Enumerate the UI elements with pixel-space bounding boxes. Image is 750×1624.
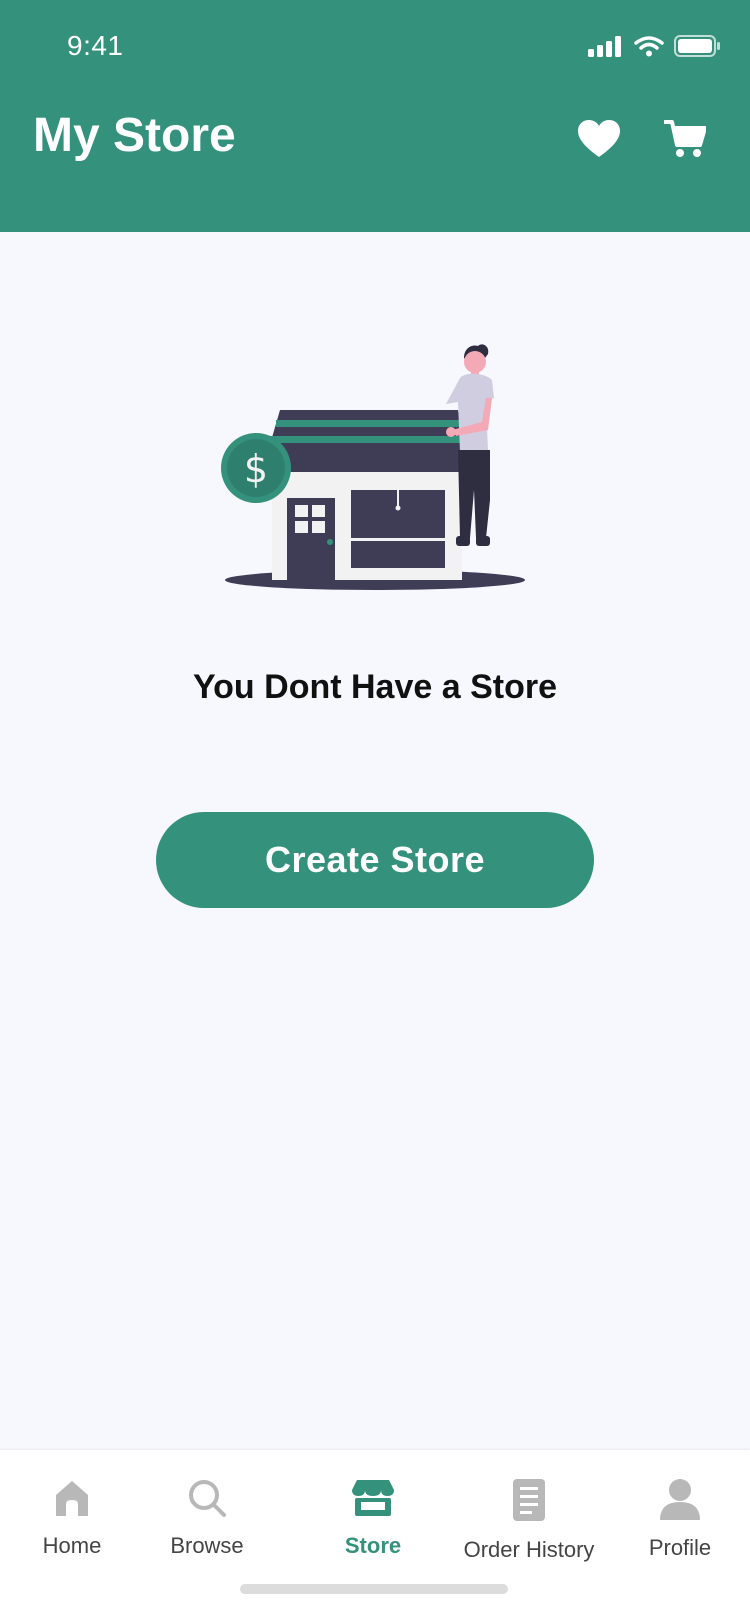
svg-text:$: $ bbox=[244, 447, 268, 491]
tab-profile-label: Profile bbox=[648, 1535, 712, 1560]
bottom-tab-bar: Home Browse Store Order History Profile bbox=[0, 1450, 750, 1624]
tab-home-label: Home bbox=[42, 1533, 102, 1558]
favorites-button[interactable] bbox=[576, 118, 622, 164]
page-title: My Store bbox=[33, 109, 236, 162]
app-root: 9:41 My Store $ You Dont Have a Store Cr… bbox=[0, 0, 750, 1624]
search-icon bbox=[187, 1478, 227, 1523]
status-icons bbox=[588, 34, 720, 63]
header: 9:41 My Store bbox=[0, 0, 750, 232]
store-icon bbox=[351, 1478, 395, 1523]
heart-icon bbox=[577, 119, 621, 164]
home-icon bbox=[52, 1478, 92, 1523]
status-time: 9:41 bbox=[67, 30, 124, 61]
battery-icon bbox=[674, 34, 720, 63]
tab-browse[interactable]: Browse bbox=[127, 1478, 287, 1559]
tab-store[interactable]: Store bbox=[293, 1478, 453, 1559]
empty-state-message: You Dont Have a Store bbox=[193, 668, 557, 706]
home-indicator bbox=[240, 1584, 508, 1594]
person-icon bbox=[658, 1478, 702, 1525]
create-store-button[interactable]: Create Store bbox=[156, 812, 594, 908]
tab-order-history[interactable]: Order History bbox=[449, 1478, 609, 1563]
header-actions bbox=[576, 118, 708, 164]
tab-order-history-label: Order History bbox=[463, 1537, 595, 1562]
tab-store-label: Store bbox=[344, 1533, 402, 1558]
store-illustration: $ bbox=[220, 340, 530, 590]
wifi-icon bbox=[634, 35, 664, 62]
list-icon bbox=[509, 1478, 549, 1527]
tab-profile[interactable]: Profile bbox=[600, 1478, 750, 1561]
cart-button[interactable] bbox=[662, 118, 708, 164]
tab-browse-label: Browse bbox=[170, 1533, 244, 1558]
signal-icon bbox=[588, 35, 624, 62]
cart-icon bbox=[663, 119, 707, 164]
